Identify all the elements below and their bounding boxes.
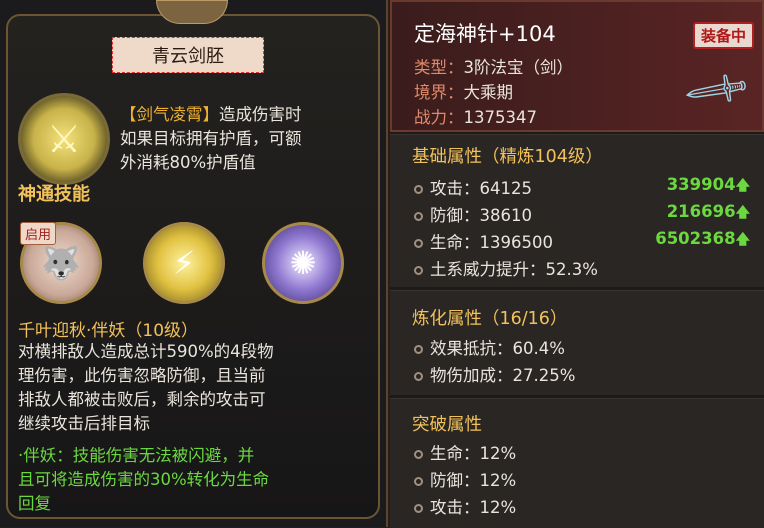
attr-label: 生命： [430,233,480,252]
realm-value: 大乘期 [463,83,514,102]
skill-desc-line-2: 理伤害，此伤害忽略防御，且当前 [18,366,266,385]
attr-row: 攻击：12% [414,494,516,518]
attr-row: 防御：38610 [414,202,532,226]
bullet-icon [414,185,423,194]
breakthrough-attributes-section: 突破属性 生命：12% 防御：12% 攻击：12% [390,398,764,528]
equipment-panel-right: 定海神针+104 装备中 类型：3阶法宝（剑） 境界：大乘期 战力：137534… [390,0,764,528]
attr-bonus-value: 216696 [666,202,736,221]
weapon-icon[interactable]: 🗡 [671,43,763,138]
attr-bonus: 339904🡅 [667,175,750,199]
attr-row: 生命：1396500 [414,229,553,253]
power-label: 战力： [414,108,464,127]
bullet-icon [414,212,423,221]
base-attributes-section: 基础属性（精炼104级） 攻击：64125 339904🡅 防御：38610 2… [390,134,764,287]
attr-bonus: 216696🡅 [667,202,750,226]
arrow-up-icon: 🡅 [735,205,750,221]
attr-label: 防御： [430,471,480,490]
power-value: 1375347 [463,108,538,127]
lightning-icon: ⚡ [172,244,196,282]
attr-label: 攻击： [430,179,480,198]
bullet-icon [414,450,423,459]
name-plate: 青云剑胚 [112,37,264,73]
skill-slot-2[interactable]: ⚡ [143,222,225,304]
attr-row: 防御：12% [414,467,516,491]
attr-label: 效果抵抗： [430,339,513,358]
refine-attributes-section: 炼化属性（16/16） 效果抵抗：60.4% 物伤加成：27.25% [390,290,764,395]
skill-slot-3[interactable]: ✺ [262,222,344,304]
passive-line-2: 如果目标拥有护盾，可额 [120,129,302,148]
attr-value: 12% [479,498,517,517]
passive-line-1: 【剑气凌霄】造成伤害时 [120,103,302,126]
attr-value: 60.4% [512,339,565,358]
base-attributes-title: 基础属性（精炼104级） [412,147,603,167]
equipment-title: 定海神针+104 [414,22,556,46]
attr-row: 物伤加成：27.25% [414,362,575,386]
sword-icon: ⚔ [46,117,82,161]
passive-prefix: 【剑气凌霄】 [120,105,219,124]
passive-line-1-text: 造成伤害时 [219,105,302,124]
realm-row: 境界：大乘期 [414,79,513,103]
attr-bonus-value: 6502368 [655,229,736,248]
attr-row: 生命：12% [414,440,516,464]
passive-line-3: 外消耗80%护盾值 [120,153,256,172]
attr-row: 效果抵抗：60.4% [414,335,565,359]
bullet-icon [414,239,423,248]
type-row: 类型：3阶法宝（剑） [414,54,573,78]
realm-label: 境界： [414,83,464,102]
attr-value: 52.3% [545,260,598,279]
type-value: 3阶法宝（剑） [463,58,574,77]
attr-value: 27.25% [512,366,576,385]
skill-green-line-1: ·伴妖：技能伤害无法被闪避，并 [18,446,255,465]
bullet-icon [414,266,423,275]
arrow-up-icon: 🡅 [735,232,750,248]
attr-label: 攻击： [430,498,480,517]
skill-green-line-3: 回复 [18,494,51,513]
breakthrough-attributes-title: 突破属性 [412,415,482,435]
arrow-up-icon: 🡅 [735,178,750,194]
passive-skill-icon[interactable]: ⚔ [18,93,110,185]
attr-bonus-value: 339904 [666,175,736,194]
bullet-icon [414,345,423,354]
skill-desc-line-3: 排敌人都被击败后，剩余的攻击可 [18,390,266,409]
demon-icon: ✺ [289,244,317,282]
attr-label: 土系威力提升： [430,260,546,279]
refine-attributes-title: 炼化属性（16/16） [412,309,568,329]
attr-row: 土系威力提升：52.3% [414,256,598,280]
skill-desc-line-1: 对横排敌人造成总计590%的4段物 [18,342,274,361]
equipment-header: 定海神针+104 装备中 类型：3阶法宝（剑） 境界：大乘期 战力：137534… [390,0,764,132]
attr-label: 生命： [430,444,480,463]
attr-value: 64125 [479,179,533,198]
skills-section-title: 神通技能 [18,184,90,205]
wolf-icon: 🐺 [41,244,81,282]
bullet-icon [414,372,423,381]
skill-desc-line-4: 继续攻击后排目标 [18,414,150,433]
attr-value: 12% [479,444,517,463]
bullet-icon [414,477,423,486]
attr-label: 防御： [430,206,480,225]
enabled-badge: 启用 [20,222,57,245]
name-plate-text: 青云剑胚 [152,46,224,67]
treasure-panel-left: 青云剑胚 ⚔ 【剑气凌霄】造成伤害时 如果目标拥有护盾，可额 外消耗80%护盾值… [0,0,388,527]
attr-row: 攻击：64125 [414,175,532,199]
attr-value: 12% [479,471,517,490]
skill-green-line-2: 且可将造成伤害的30%转化为生命 [18,470,270,489]
equipped-badge: 装备中 [692,22,754,49]
attr-value: 38610 [479,206,533,225]
attr-value: 1396500 [479,233,554,252]
skill-name: 千叶迎秋·伴妖（10级） [18,321,199,341]
attr-label: 物伤加成： [430,366,513,385]
type-label: 类型： [414,58,464,77]
attr-bonus: 6502368🡅 [655,229,750,253]
power-row: 战力：1375347 [414,104,537,128]
bullet-icon [414,504,423,513]
